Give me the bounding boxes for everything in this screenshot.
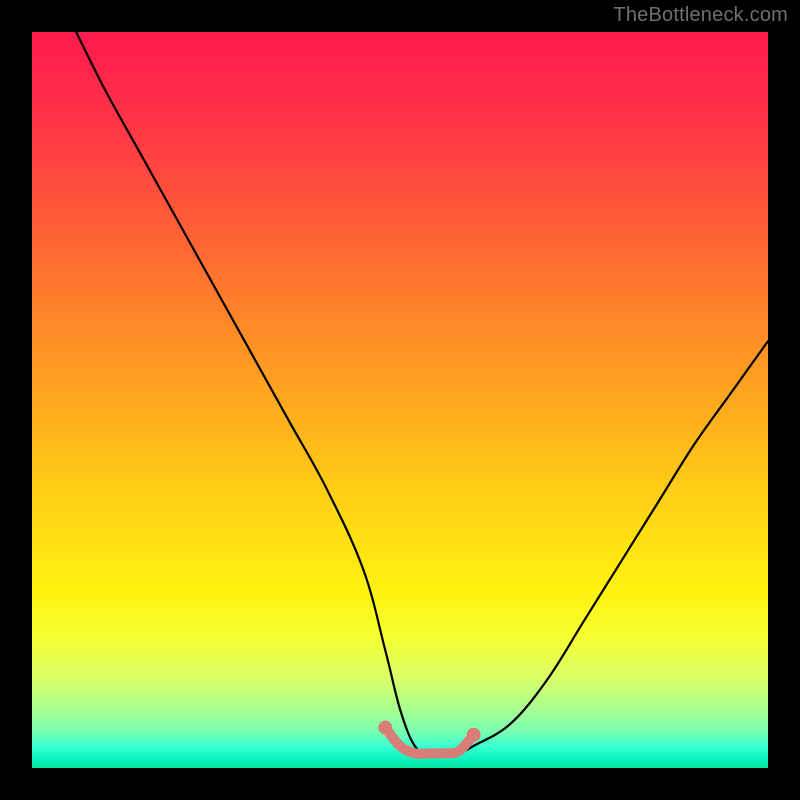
target-segment-path	[385, 728, 473, 754]
watermark-label: TheBottleneck.com	[613, 4, 788, 27]
target-segment-start-cap	[378, 721, 392, 735]
chart-svg	[32, 32, 768, 768]
plot-area	[32, 32, 768, 768]
bottleneck-curve-path	[76, 32, 768, 754]
chart-frame: TheBottleneck.com	[0, 0, 800, 800]
target-segment-end-cap	[467, 728, 481, 742]
